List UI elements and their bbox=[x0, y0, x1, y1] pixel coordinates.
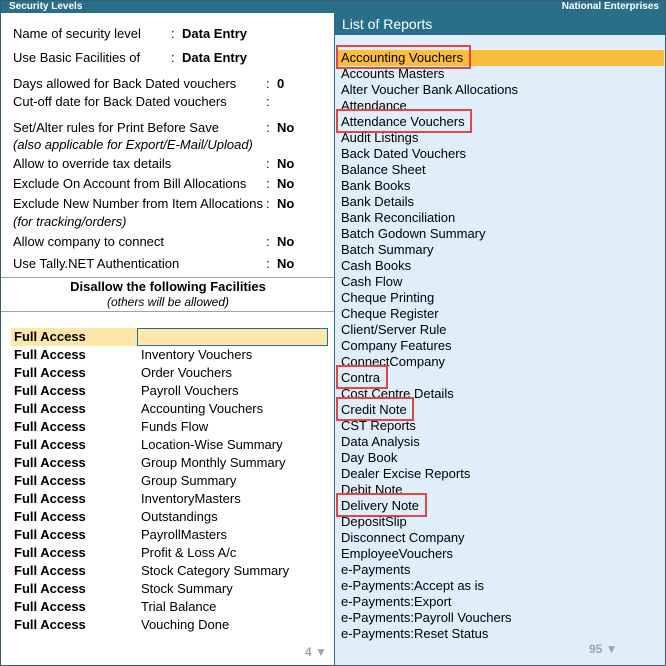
print-before-save-label: Set/Alter rules for Print Before Save bbox=[13, 120, 219, 135]
report-item[interactable]: Cheque Register bbox=[341, 306, 439, 322]
report-item[interactable]: Alter Voucher Bank Allocations bbox=[341, 82, 518, 98]
exclude-new-number-field[interactable]: No bbox=[277, 196, 294, 211]
report-item[interactable]: Day Book bbox=[341, 450, 397, 466]
report-item[interactable]: Company Features bbox=[341, 338, 452, 354]
facility-access-level[interactable]: Full Access bbox=[14, 617, 86, 632]
facility-access-level[interactable]: Full Access bbox=[14, 365, 86, 380]
report-item[interactable]: Cash Books bbox=[341, 258, 411, 274]
tallynet-auth-field[interactable]: No bbox=[277, 256, 294, 271]
facility-access-level[interactable]: Full Access bbox=[14, 599, 86, 614]
report-item[interactable]: EmployeeVouchers bbox=[341, 546, 453, 562]
reports-count-indicator[interactable]: 95 ▼ bbox=[589, 642, 618, 656]
basic-facilities-label: Use Basic Facilities of bbox=[13, 50, 141, 65]
facility-name[interactable]: PayrollMasters bbox=[141, 527, 227, 542]
facility-name[interactable]: Trial Balance bbox=[141, 599, 216, 614]
override-tax-label: Allow to override tax details bbox=[13, 156, 172, 171]
facility-input[interactable] bbox=[137, 328, 328, 346]
facility-access-level[interactable]: Full Access bbox=[14, 455, 86, 470]
company-name: National Enterprises bbox=[561, 1, 659, 12]
report-item[interactable]: e-Payments:Payroll Vouchers bbox=[341, 610, 512, 626]
override-tax-field[interactable]: No bbox=[277, 156, 294, 171]
security-levels-window: Security Levels National Enterprises Nam… bbox=[0, 0, 666, 666]
facility-name[interactable]: Funds Flow bbox=[141, 419, 208, 434]
security-level-name-field[interactable]: Data Entry bbox=[182, 26, 247, 41]
report-item[interactable]: Bank Details bbox=[341, 194, 414, 210]
report-item[interactable]: CST Reports bbox=[341, 418, 416, 434]
report-item[interactable]: DepositSlip bbox=[341, 514, 407, 530]
report-item[interactable]: Bank Books bbox=[341, 178, 410, 194]
facility-access-level[interactable]: Full Access bbox=[14, 527, 86, 542]
report-item[interactable]: e-Payments bbox=[341, 562, 410, 578]
report-item[interactable]: e-Payments:Export bbox=[341, 594, 452, 610]
report-item[interactable]: e-Payments:Reset Status bbox=[341, 626, 488, 642]
report-item[interactable]: Data Analysis bbox=[341, 434, 420, 450]
facility-name[interactable]: Vouching Done bbox=[141, 617, 229, 632]
facility-access-level[interactable]: Full Access bbox=[14, 329, 86, 344]
back-dated-days-label: Days allowed for Back Dated vouchers bbox=[13, 76, 237, 91]
facility-access-level[interactable]: Full Access bbox=[14, 563, 86, 578]
facility-name[interactable]: Profit & Loss A/c bbox=[141, 545, 236, 560]
report-item[interactable]: Batch Godown Summary bbox=[341, 226, 486, 242]
report-item[interactable]: Batch Summary bbox=[341, 242, 433, 258]
reports-panel-title-text: List of Reports bbox=[342, 16, 433, 32]
facility-access-level[interactable]: Full Access bbox=[14, 419, 86, 434]
list-of-reports-panel: List of Reports Accounting Vouchers Accou… bbox=[334, 13, 665, 665]
disallow-heading: Disallow the following Facilities bbox=[70, 279, 266, 294]
facility-access-level[interactable]: Full Access bbox=[14, 473, 86, 488]
cutoff-date-label: Cut-off date for Back Dated vouchers bbox=[13, 94, 227, 109]
title-bar: Security Levels National Enterprises bbox=[1, 1, 665, 13]
facility-name[interactable]: Accounting Vouchers bbox=[141, 401, 263, 416]
facility-access-level[interactable]: Full Access bbox=[14, 509, 86, 524]
security-level-name-label: Name of security level bbox=[13, 26, 141, 41]
exclude-new-number-note: (for tracking/orders) bbox=[13, 214, 127, 229]
disallow-count-indicator[interactable]: 4 ▼ bbox=[305, 645, 327, 659]
exclude-on-account-label: Exclude On Account from Bill Allocations bbox=[13, 176, 247, 191]
allow-connect-field[interactable]: No bbox=[277, 234, 294, 249]
facility-name[interactable]: Inventory Vouchers bbox=[141, 347, 252, 362]
facility-name[interactable]: Location-Wise Summary bbox=[141, 437, 283, 452]
facility-access-level[interactable]: Full Access bbox=[14, 437, 86, 452]
facility-name[interactable]: Payroll Vouchers bbox=[141, 383, 239, 398]
report-item[interactable]: Balance Sheet bbox=[341, 162, 426, 178]
facility-access-level[interactable]: Full Access bbox=[14, 347, 86, 362]
report-item[interactable]: Audit Listings bbox=[341, 130, 418, 146]
back-dated-days-field[interactable]: 0 bbox=[277, 76, 284, 91]
facility-access-level[interactable]: Full Access bbox=[14, 581, 86, 596]
report-item[interactable]: Back Dated Vouchers bbox=[341, 146, 466, 162]
report-item[interactable]: Bank Reconciliation bbox=[341, 210, 455, 226]
facility-name[interactable]: Stock Category Summary bbox=[141, 563, 289, 578]
facility-name[interactable]: Group Monthly Summary bbox=[141, 455, 286, 470]
print-before-save-field[interactable]: No bbox=[277, 120, 294, 135]
facility-name[interactable]: InventoryMasters bbox=[141, 491, 241, 506]
facility-access-level[interactable]: Full Access bbox=[14, 545, 86, 560]
facility-access-level[interactable]: Full Access bbox=[14, 383, 86, 398]
facility-name[interactable]: Order Vouchers bbox=[141, 365, 232, 380]
window-title: Security Levels bbox=[9, 1, 83, 12]
exclude-on-account-field[interactable]: No bbox=[277, 176, 294, 191]
allow-connect-label: Allow company to connect bbox=[13, 234, 165, 249]
reports-panel-title: List of Reports bbox=[335, 13, 665, 35]
report-item[interactable]: Dealer Excise Reports bbox=[341, 466, 470, 482]
facility-name[interactable]: Outstandings bbox=[141, 509, 218, 524]
basic-facilities-field[interactable]: Data Entry bbox=[182, 50, 247, 65]
facility-access-level[interactable]: Full Access bbox=[14, 491, 86, 506]
report-item[interactable]: e-Payments:Accept as is bbox=[341, 578, 484, 594]
facility-name[interactable]: Group Summary bbox=[141, 473, 236, 488]
print-before-save-note: (also applicable for Export/E-Mail/Uploa… bbox=[13, 137, 253, 152]
report-item[interactable]: Accounts Masters bbox=[341, 66, 444, 82]
report-item[interactable]: Cheque Printing bbox=[341, 290, 434, 306]
report-item[interactable]: Client/Server Rule bbox=[341, 322, 447, 338]
report-item[interactable]: Cash Flow bbox=[341, 274, 402, 290]
tallynet-auth-label: Use Tally.NET Authentication bbox=[13, 256, 180, 271]
exclude-new-number-label: Exclude New Number from Item Allocations bbox=[13, 196, 263, 211]
facility-access-level[interactable]: Full Access bbox=[14, 401, 86, 416]
report-item[interactable]: Disconnect Company bbox=[341, 530, 465, 546]
disallow-subheading: (others will be allowed) bbox=[106, 295, 230, 309]
facility-name[interactable]: Stock Summary bbox=[141, 581, 233, 596]
